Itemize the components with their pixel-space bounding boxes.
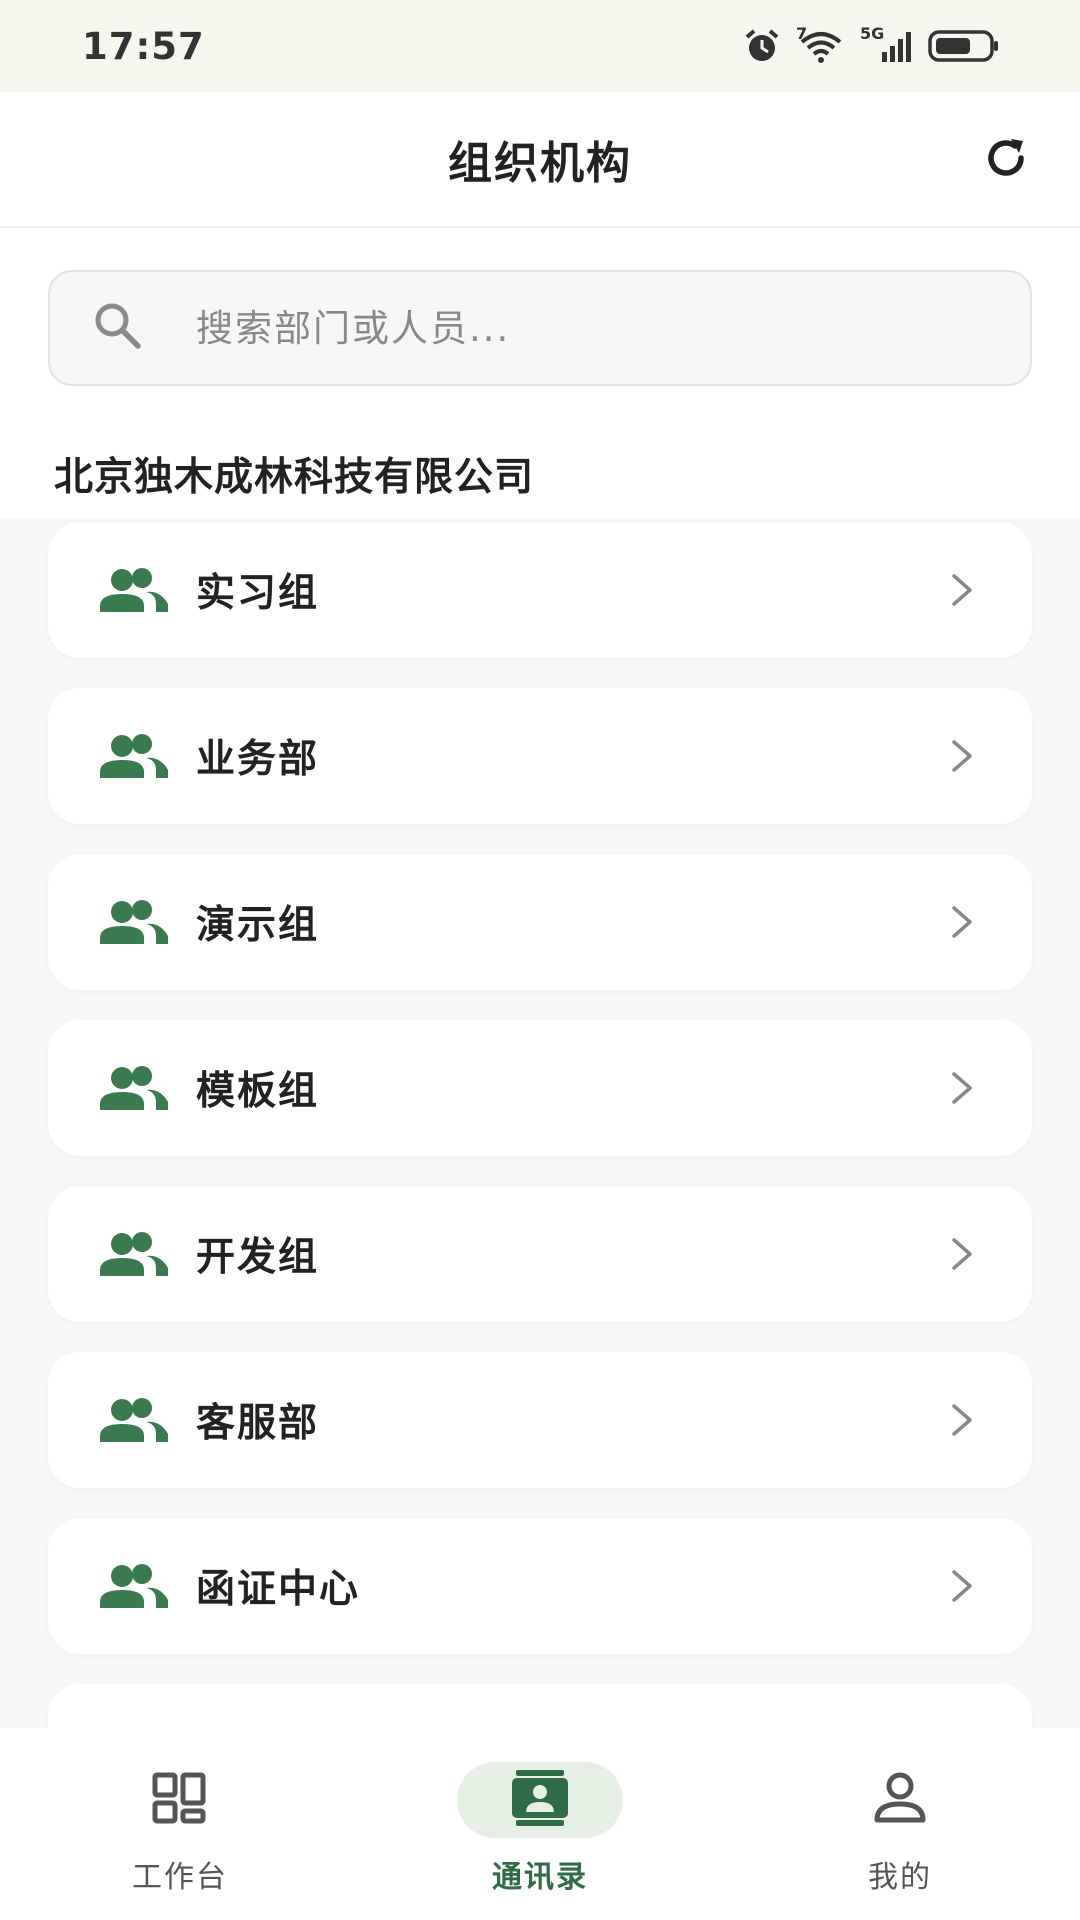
chevron-right-icon bbox=[948, 1068, 976, 1108]
group-icon bbox=[98, 732, 170, 780]
department-label: 客服部 bbox=[196, 1401, 320, 1446]
department-item[interactable]: 模板组 bbox=[48, 1020, 1032, 1156]
group-icon bbox=[98, 1396, 170, 1444]
person-icon bbox=[873, 1772, 927, 1828]
search-input[interactable] bbox=[196, 306, 956, 350]
search-box[interactable] bbox=[48, 270, 1032, 386]
chevron-right-icon bbox=[948, 1566, 976, 1606]
network-label: 5G bbox=[860, 24, 885, 43]
department-item[interactable]: 演示组 bbox=[48, 854, 1032, 990]
search-icon bbox=[90, 298, 146, 358]
department-label: 演示组 bbox=[196, 903, 320, 948]
top-area: 北京独木成林科技有限公司 bbox=[0, 228, 1080, 518]
nav-label: 我的 bbox=[868, 1860, 932, 1895]
department-list: 实习组 业务部 演示组 模板组 开发组 客服部 函证中心 bbox=[48, 522, 1032, 1850]
signal-5g-icon: 5G bbox=[860, 24, 914, 64]
refresh-icon bbox=[981, 133, 1031, 187]
nav-item-me[interactable]: 我的 bbox=[720, 1728, 1080, 1896]
department-label: 函证中心 bbox=[196, 1567, 361, 1612]
wifi-label: 7 bbox=[796, 24, 808, 43]
dashboard-icon bbox=[152, 1772, 208, 1828]
alarm-icon bbox=[742, 28, 782, 64]
nav-label: 通讯录 bbox=[492, 1860, 588, 1895]
department-item[interactable]: 开发组 bbox=[48, 1186, 1032, 1322]
page-title: 组织机构 bbox=[448, 138, 632, 189]
battery-icon bbox=[928, 29, 1000, 63]
status-time: 17:57 bbox=[82, 24, 205, 68]
wifi-icon: 7 bbox=[796, 24, 846, 64]
group-icon bbox=[98, 1230, 170, 1278]
bottom-nav: 工作台 通讯录 我的 bbox=[0, 1728, 1080, 1920]
chevron-right-icon bbox=[948, 1400, 976, 1440]
department-item[interactable]: 客服部 bbox=[48, 1352, 1032, 1488]
department-label: 模板组 bbox=[196, 1069, 320, 1114]
chevron-right-icon bbox=[948, 736, 976, 776]
chevron-right-icon bbox=[948, 902, 976, 942]
chevron-right-icon bbox=[948, 1234, 976, 1274]
department-item[interactable]: 业务部 bbox=[48, 688, 1032, 824]
app-header: 组织机构 bbox=[0, 92, 1080, 228]
department-label: 业务部 bbox=[196, 737, 320, 782]
company-name: 北京独木成林科技有限公司 bbox=[54, 455, 535, 500]
nav-label: 工作台 bbox=[132, 1860, 228, 1895]
group-icon bbox=[98, 1064, 170, 1112]
group-icon bbox=[98, 1562, 170, 1610]
department-item[interactable]: 函证中心 bbox=[48, 1518, 1032, 1654]
department-item[interactable]: 实习组 bbox=[48, 522, 1032, 658]
department-label: 开发组 bbox=[196, 1235, 320, 1280]
department-label: 实习组 bbox=[196, 571, 320, 616]
refresh-button[interactable] bbox=[972, 126, 1040, 194]
nav-item-workbench[interactable]: 工作台 bbox=[0, 1728, 360, 1896]
status-icons: 7 5G bbox=[742, 24, 1000, 64]
group-icon bbox=[98, 566, 170, 614]
chevron-right-icon bbox=[948, 570, 976, 610]
contacts-icon bbox=[510, 1770, 570, 1830]
status-bar: 17:57 7 5G bbox=[0, 0, 1080, 92]
nav-item-contacts[interactable]: 通讯录 bbox=[360, 1728, 720, 1896]
group-icon bbox=[98, 898, 170, 946]
